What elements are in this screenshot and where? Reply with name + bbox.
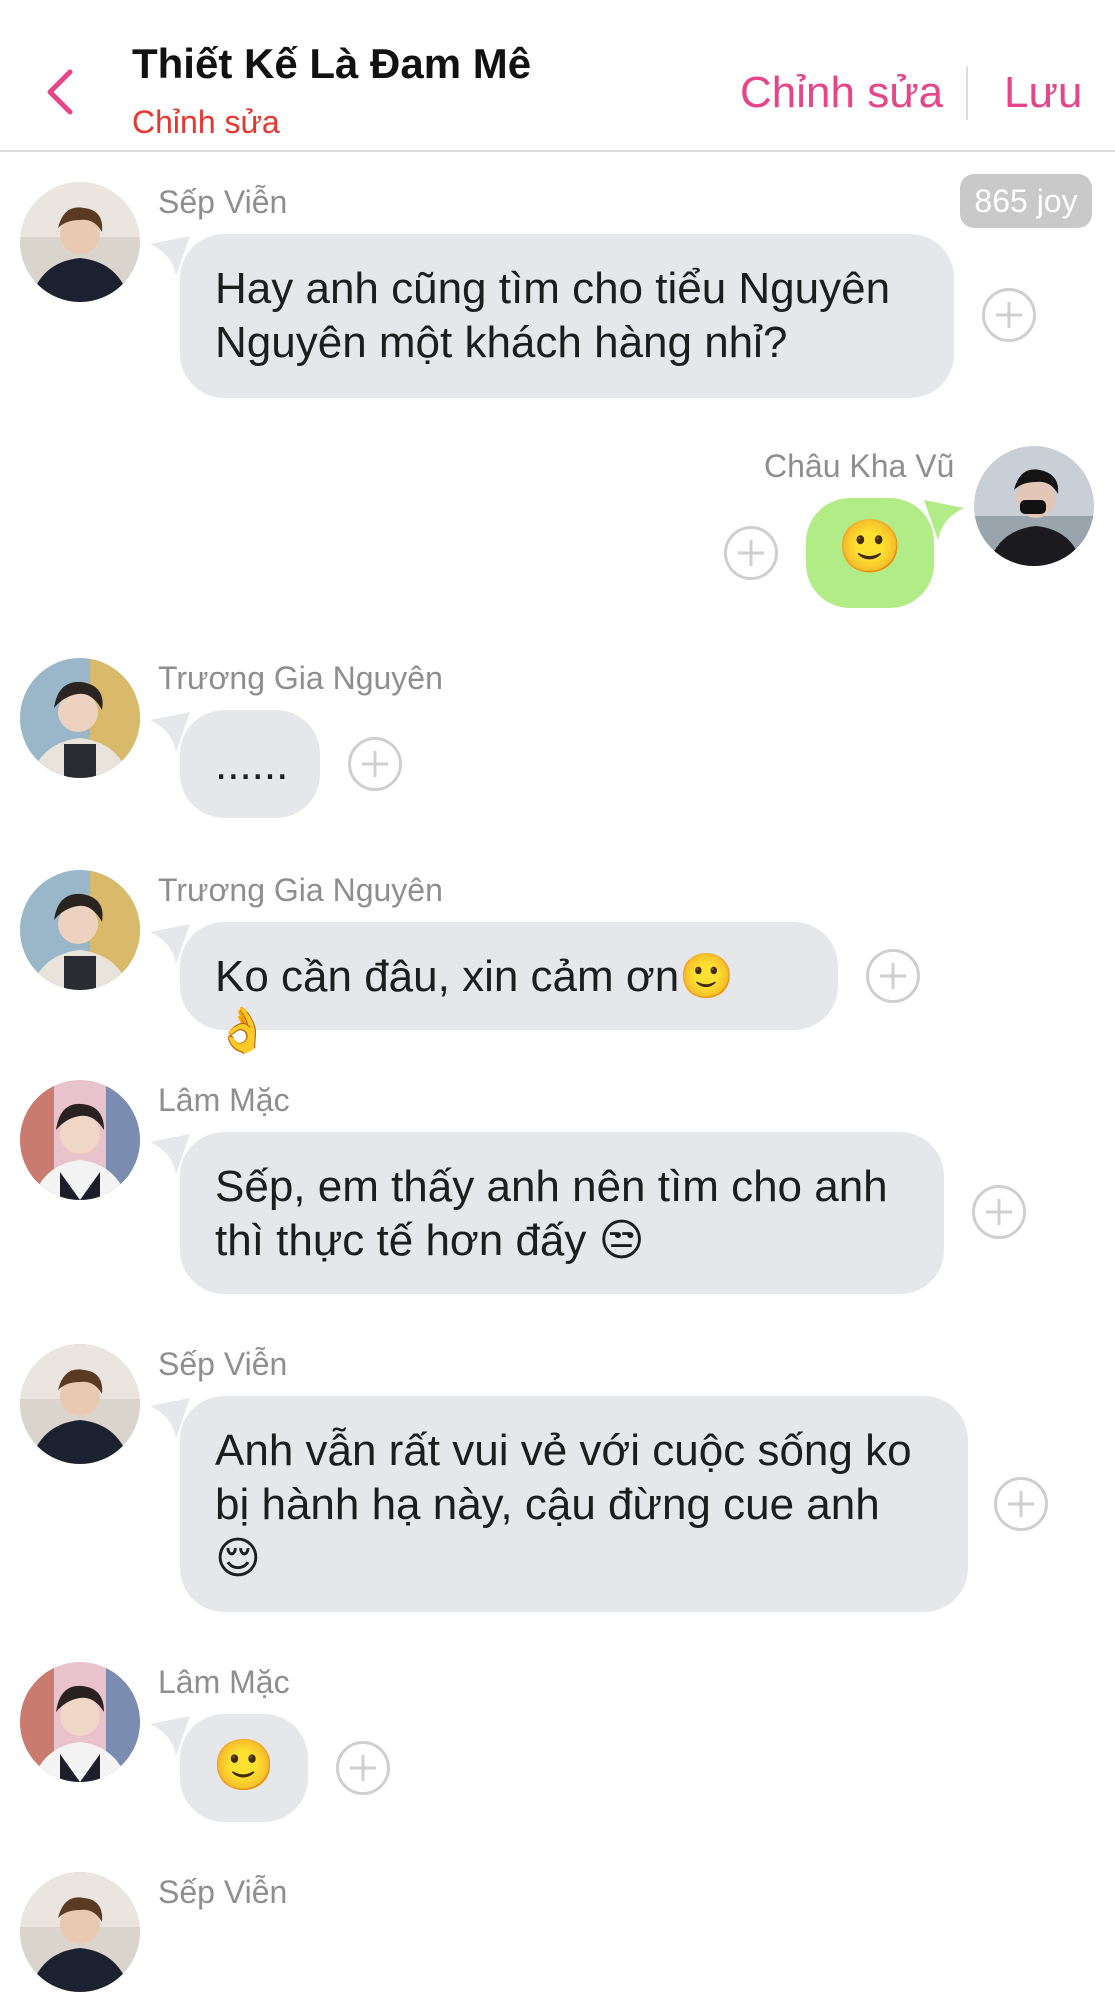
- chat-subtitle[interactable]: Chỉnh sửa: [132, 104, 280, 141]
- sender-name: Sếp Viễn: [158, 184, 288, 220]
- add-reaction-button[interactable]: [348, 737, 402, 791]
- message-line: thì thực tế hơn đấy 😒: [215, 1216, 645, 1265]
- add-reaction-button[interactable]: [866, 949, 920, 1003]
- message-bubble[interactable]: ......: [180, 710, 320, 818]
- avatar[interactable]: [20, 1872, 140, 1992]
- header-divider: [966, 66, 968, 120]
- message-bubble[interactable]: 🙂: [806, 498, 934, 608]
- avatar[interactable]: [20, 1080, 140, 1200]
- avatar[interactable]: [20, 1344, 140, 1464]
- add-reaction-button[interactable]: [336, 1741, 390, 1795]
- message-line: Nguyên một khách hàng nhỉ?: [215, 318, 788, 367]
- sender-name: Lâm Mặc: [158, 1664, 290, 1700]
- avatar[interactable]: [20, 658, 140, 778]
- add-reaction-button[interactable]: [972, 1185, 1026, 1239]
- message-line: Sếp, em thấy anh nên tìm cho anh: [215, 1162, 888, 1211]
- message-bubble[interactable]: Anh vẫn rất vui vẻ với cuộc sống ko bị h…: [180, 1396, 968, 1612]
- sender-name: Trương Gia Nguyên: [158, 872, 443, 908]
- avatar[interactable]: [20, 870, 140, 990]
- joy-badge: 865 joy: [960, 174, 1092, 228]
- sender-name: Sếp Viễn: [158, 1346, 288, 1382]
- message-bubble[interactable]: Hay anh cũng tìm cho tiểu Nguyên Nguyên …: [180, 234, 954, 398]
- avatar[interactable]: [20, 182, 140, 302]
- message-bubble[interactable]: Sếp, em thấy anh nên tìm cho anh thì thự…: [180, 1132, 944, 1294]
- add-reaction-button[interactable]: [982, 288, 1036, 342]
- add-reaction-button[interactable]: [724, 526, 778, 580]
- message-line: 😌: [215, 1533, 261, 1584]
- edit-button[interactable]: Chỉnh sửa: [740, 68, 943, 118]
- message-bubble[interactable]: Ko cần đâu, xin cảm ơn🙂 👌: [180, 922, 838, 1055]
- sender-name: Lâm Mặc: [158, 1082, 290, 1118]
- sender-name: Sếp Viễn: [158, 1874, 288, 1910]
- chat-header: Thiết Kế Là Đam Mê Chỉnh sửa Chỉnh sửa L…: [0, 0, 1115, 152]
- message-bubble[interactable]: 🙂: [180, 1714, 308, 1822]
- add-reaction-button[interactable]: [994, 1477, 1048, 1531]
- message-line: bị hành hạ này, cậu đừng cue anh: [215, 1480, 880, 1529]
- message-line: Hay anh cũng tìm cho tiểu Nguyên: [215, 264, 891, 313]
- sender-name: Châu Kha Vũ: [764, 448, 955, 484]
- message-line: Anh vẫn rất vui vẻ với cuộc sống ko: [215, 1426, 912, 1475]
- avatar[interactable]: [974, 446, 1094, 566]
- save-button[interactable]: Lưu: [1004, 68, 1082, 118]
- sender-name: Trương Gia Nguyên: [158, 660, 443, 696]
- chat-title: Thiết Kế Là Đam Mê: [132, 40, 532, 87]
- avatar[interactable]: [20, 1662, 140, 1782]
- back-chevron-icon[interactable]: [40, 62, 80, 122]
